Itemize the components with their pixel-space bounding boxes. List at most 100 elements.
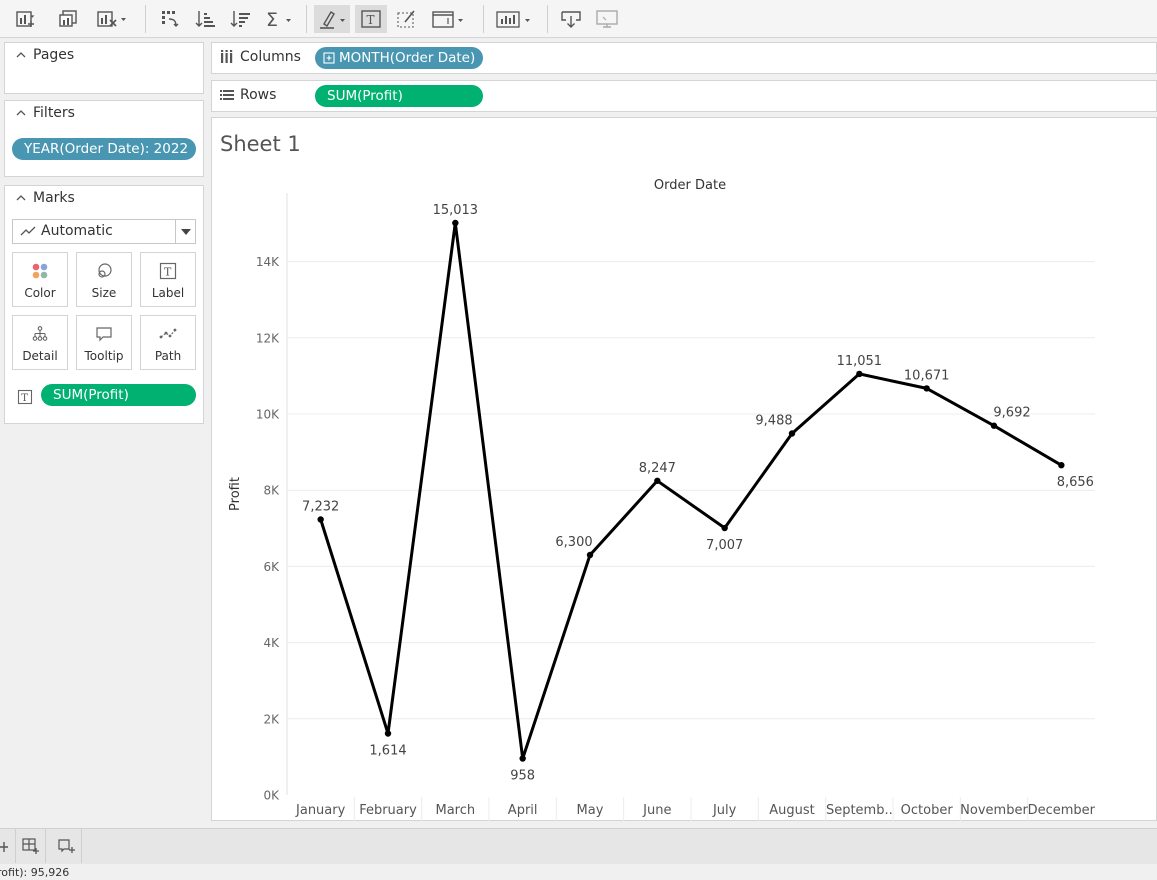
duplicate-sheet-icon[interactable] <box>55 5 83 33</box>
profit-data-point[interactable] <box>384 730 392 737</box>
profit-data-point[interactable] <box>452 219 459 227</box>
line-mark-icon <box>20 226 36 236</box>
filters-header[interactable]: Filters <box>15 105 75 121</box>
profit-data-point[interactable] <box>990 422 998 429</box>
x-tick-label[interactable]: May <box>577 803 604 818</box>
mark-type-dropdown[interactable]: Automatic <box>12 219 196 244</box>
highlight-icon[interactable] <box>314 5 350 33</box>
profit-data-point[interactable] <box>721 524 728 532</box>
columns-pill-label: MONTH(Order Date) <box>339 50 476 66</box>
y-tick-label: 0K <box>263 789 280 803</box>
x-tick-label[interactable]: Septemb.. <box>826 803 893 818</box>
y-tick-label: 14K <box>256 255 280 269</box>
profit-data-label: 11,051 <box>837 354 883 369</box>
profit-data-point[interactable] <box>586 551 594 559</box>
profit-series-line[interactable] <box>319 221 1063 760</box>
svg-text:T: T <box>367 13 375 27</box>
profit-data-point[interactable] <box>317 516 324 523</box>
svg-text:T: T <box>164 266 172 279</box>
columns-icon <box>221 50 233 63</box>
profit-data-point[interactable] <box>654 477 661 484</box>
show-mark-labels-icon[interactable]: T <box>355 5 387 33</box>
rows-shelf[interactable]: Rows SUM(Profit) <box>211 80 1157 112</box>
marks-header[interactable]: Marks <box>15 190 75 206</box>
label-field-icon: T <box>17 389 33 405</box>
collapse-caret-icon[interactable] <box>15 49 27 61</box>
format-workbook-icon[interactable] <box>393 5 421 33</box>
size-circles-icon <box>98 263 112 278</box>
marks-field-sum-profit[interactable]: SUM(Profit) <box>41 384 196 406</box>
profit-data-point[interactable] <box>923 385 930 392</box>
totals-icon[interactable]: Σ <box>263 5 295 33</box>
download-icon[interactable] <box>557 5 585 33</box>
swap-rows-columns-icon[interactable] <box>156 5 184 33</box>
y-tick-label: 4K <box>263 636 280 650</box>
x-tick-label[interactable]: December <box>1028 803 1096 818</box>
new-dashboard-icon[interactable] <box>16 829 46 863</box>
columns-pill-month-order-date[interactable]: MONTH(Order Date) <box>315 47 483 69</box>
y-axis-title[interactable]: Profit <box>228 477 243 511</box>
expand-plus-icon[interactable] <box>323 52 335 64</box>
path-card[interactable]: Path <box>140 315 196 370</box>
line-chart: Order Date Profit 0K 2K 4K 6K 8K 10K 12K 14K Ja… <box>228 178 1096 821</box>
detail-card[interactable]: Detail <box>12 315 68 370</box>
tooltip-bubble-icon <box>96 327 112 342</box>
label-card[interactable]: T Label <box>140 252 196 307</box>
profit-data-point[interactable] <box>856 370 863 378</box>
size-card-label: Size <box>91 286 117 300</box>
x-tick-label[interactable]: April <box>508 803 538 818</box>
x-tick-label[interactable]: November <box>960 803 1028 818</box>
x-tick-label[interactable]: June <box>642 803 671 818</box>
profit-data-label: 9,488 <box>755 413 792 428</box>
profit-data-point[interactable] <box>1058 461 1065 469</box>
y-tick-label: 2K <box>263 712 280 726</box>
new-story-icon[interactable] <box>52 829 82 863</box>
collapse-caret-icon[interactable] <box>15 107 27 119</box>
y-tick-label: 8K <box>263 484 280 498</box>
clear-sheet-icon[interactable] <box>95 5 129 33</box>
x-tick-label[interactable]: February <box>359 803 417 818</box>
tooltip-card-label: Tooltip <box>84 349 124 363</box>
label-card-label: Label <box>151 286 185 300</box>
profit-data-point[interactable] <box>519 755 526 762</box>
path-line-icon <box>159 328 177 339</box>
marks-title: Marks <box>33 190 75 206</box>
filters-title: Filters <box>33 105 75 121</box>
presentation-mode-icon[interactable] <box>593 5 621 33</box>
y-tick-label: 10K <box>256 407 280 421</box>
columns-shelf-label: Columns <box>220 49 301 65</box>
profit-data-point[interactable] <box>788 430 796 437</box>
x-tick-label[interactable]: July <box>712 803 737 818</box>
rows-pill-sum-profit[interactable]: SUM(Profit) <box>315 85 483 107</box>
pages-header[interactable]: Pages <box>15 47 74 63</box>
svg-text:Σ: Σ <box>266 9 278 30</box>
size-card[interactable]: Size <box>76 252 132 307</box>
filters-panel: Filters YEAR(Order Date): 2022 <box>4 100 204 177</box>
color-card[interactable]: Color <box>12 252 68 307</box>
columns-label: Columns <box>240 49 301 65</box>
sort-ascending-icon[interactable] <box>191 5 219 33</box>
detail-card-label: Detail <box>22 349 58 363</box>
x-tick-label[interactable]: March <box>436 803 476 818</box>
svg-text:T: T <box>21 393 28 404</box>
show-me-icon[interactable] <box>494 5 536 33</box>
collapse-caret-icon[interactable] <box>15 192 27 204</box>
chevron-down-icon[interactable] <box>175 220 195 243</box>
columns-shelf[interactable]: Columns MONTH(Order Date) <box>211 42 1157 74</box>
y-tick-label: 6K <box>263 560 280 574</box>
filter-pill-year-order-date[interactable]: YEAR(Order Date): 2022 <box>12 138 196 160</box>
x-tick-label[interactable]: October <box>901 803 954 818</box>
fit-icon[interactable] <box>430 5 468 33</box>
mark-type-value: Automatic <box>41 223 113 239</box>
tooltip-card[interactable]: Tooltip <box>76 315 132 370</box>
new-data-source-icon[interactable] <box>0 829 16 863</box>
profit-data-label: 6,300 <box>555 535 592 550</box>
status-bar: rofit): 95,926 <box>0 864 1157 880</box>
x-tick-label[interactable]: August <box>769 803 815 818</box>
sheet-view: Sheet 1 Order Date Profit 0K 2K 4K 6K 8K 10K 1… <box>211 117 1157 821</box>
sort-descending-icon[interactable] <box>226 5 254 33</box>
rows-label: Rows <box>240 87 277 103</box>
x-tick-label[interactable]: January <box>295 803 346 818</box>
text-label-icon: T <box>159 262 177 280</box>
new-worksheet-icon[interactable] <box>14 5 42 33</box>
